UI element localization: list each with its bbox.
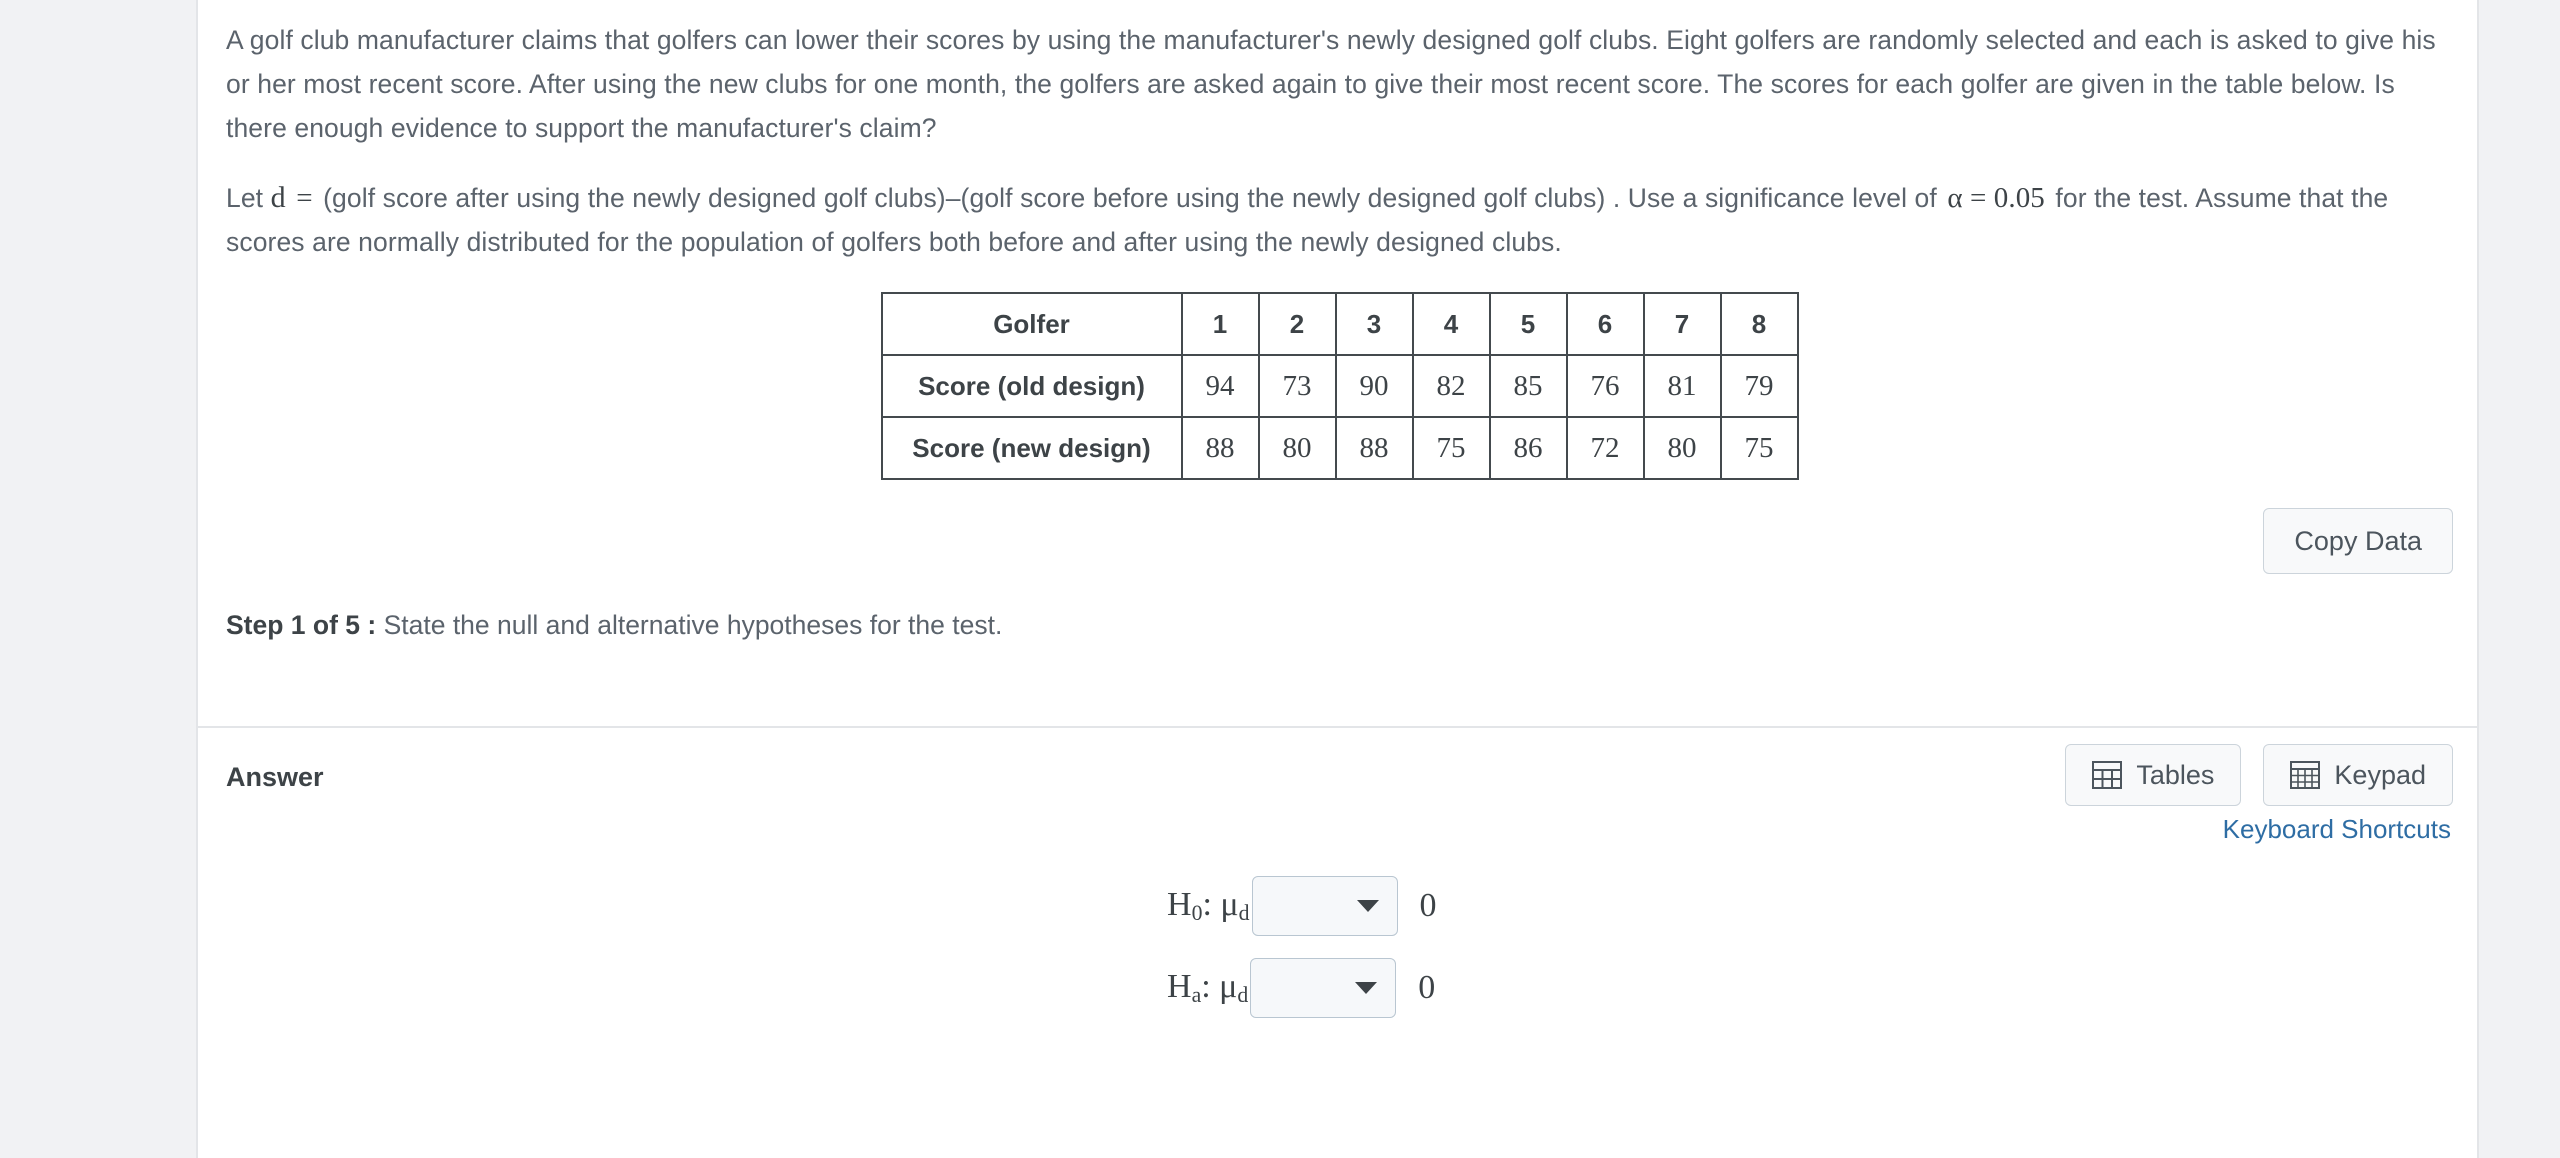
row-label-new-design: Score (new design): [880, 416, 1183, 480]
alpha-level: α = 0.05: [1947, 182, 2045, 214]
golfer-6: 6: [1565, 292, 1645, 356]
alternative-hypothesis-label: Ha: μd: [1167, 968, 1249, 1007]
keyboard-shortcuts-link[interactable]: Keyboard Shortcuts: [2223, 814, 2451, 845]
new-score-8: 75: [1719, 416, 1799, 480]
keypad-button[interactable]: Keypad: [2263, 744, 2453, 806]
new-score-2: 80: [1257, 416, 1337, 480]
golfer-5: 5: [1488, 292, 1568, 356]
old-score-5: 85: [1488, 354, 1568, 418]
old-score-1: 94: [1180, 354, 1260, 418]
new-score-6: 72: [1565, 416, 1645, 480]
step-instruction: Step 1 of 5 : State the null and alterna…: [226, 610, 1002, 641]
old-score-6: 76: [1565, 354, 1645, 418]
data-table-wrapper: Golfer 1 2 3 4 5 6 7 8 Score (old design…: [198, 292, 2481, 480]
tables-button[interactable]: Tables: [2065, 744, 2242, 806]
answer-toolbar: Tables Keypad: [2065, 744, 2453, 806]
golf-scores-table: Golfer 1 2 3 4 5 6 7 8 Score (old design…: [880, 292, 1799, 480]
step-prefix: Step 1 of 5 :: [226, 610, 377, 640]
h-letter-alt: H: [1167, 968, 1192, 1006]
mu-sub-alt: d: [1237, 982, 1249, 1007]
definition-text: (golf score after using the newly design…: [323, 183, 1937, 213]
golfer-2: 2: [1257, 292, 1337, 356]
table-row-old-design: Score (old design) 94 73 90 82 85 76 81 …: [880, 354, 1799, 418]
question-card: A golf club manufacturer claims that gol…: [196, 0, 2479, 1158]
problem-statement: A golf club manufacturer claims that gol…: [226, 18, 2451, 264]
old-score-7: 81: [1642, 354, 1722, 418]
new-score-3: 88: [1334, 416, 1414, 480]
null-hypothesis-row: H0: μd 0: [198, 876, 2481, 936]
mu-alt: μ: [1219, 968, 1238, 1006]
old-score-8: 79: [1719, 354, 1799, 418]
table-grid-icon: [2092, 761, 2123, 789]
h-sub-null: 0: [1191, 900, 1203, 925]
row-label-golfer: Golfer: [880, 292, 1183, 356]
row-label-old-design: Score (old design): [880, 354, 1183, 418]
copy-data-button[interactable]: Copy Data: [2263, 508, 2453, 574]
hypotheses-form: H0: μd 0 Ha: μd 0: [198, 876, 2481, 1044]
alternative-hypothesis-operator-dropdown[interactable]: [1250, 958, 1397, 1018]
chevron-down-icon: [1355, 982, 1378, 994]
section-divider: [198, 726, 2477, 728]
golfer-4: 4: [1411, 292, 1491, 356]
null-hypothesis-operator-dropdown[interactable]: [1251, 876, 1398, 936]
golfer-3: 3: [1334, 292, 1414, 356]
mu-null: μ: [1220, 886, 1239, 924]
chevron-down-icon: [1356, 900, 1379, 912]
equals-sign: =: [296, 182, 313, 214]
golfer-8: 8: [1719, 292, 1799, 356]
step-text: State the null and alternative hypothese…: [383, 610, 1003, 640]
keypad-button-label: Keypad: [2334, 759, 2426, 790]
let-text: Let: [226, 183, 264, 213]
variable-d: d: [270, 181, 286, 214]
page-root: A golf club manufacturer claims that gol…: [0, 0, 2560, 1158]
old-score-2: 73: [1257, 354, 1337, 418]
problem-paragraph-1: A golf club manufacturer claims that gol…: [226, 25, 2436, 143]
calculator-keypad-icon: [2290, 761, 2321, 789]
copy-data-row: Copy Data: [2263, 508, 2453, 574]
new-score-7: 80: [1642, 416, 1722, 480]
problem-paragraph-2: Let d = (golf score after using the newl…: [226, 176, 2451, 264]
h-sub-alt: a: [1191, 982, 1202, 1007]
new-score-5: 86: [1488, 416, 1568, 480]
null-hypothesis-label: H0: μd: [1167, 886, 1250, 925]
tables-button-label: Tables: [2136, 759, 2215, 790]
golfer-1: 1: [1180, 292, 1260, 356]
old-score-3: 90: [1334, 354, 1414, 418]
golfer-7: 7: [1642, 292, 1722, 356]
alternative-hypothesis-row: Ha: μd 0: [198, 958, 2481, 1018]
table-row-new-design: Score (new design) 88 80 88 75 86 72 80 …: [880, 416, 1799, 480]
alternative-hypothesis-value: 0: [1418, 969, 1436, 1006]
mu-sub-null: d: [1238, 900, 1250, 925]
answer-heading: Answer: [226, 762, 324, 792]
null-hypothesis-value: 0: [1419, 887, 1437, 924]
new-score-1: 88: [1180, 416, 1260, 480]
old-score-4: 82: [1411, 354, 1491, 418]
h-letter-null: H: [1167, 886, 1192, 924]
table-row-header: Golfer 1 2 3 4 5 6 7 8: [880, 292, 1799, 356]
new-score-4: 75: [1411, 416, 1491, 480]
